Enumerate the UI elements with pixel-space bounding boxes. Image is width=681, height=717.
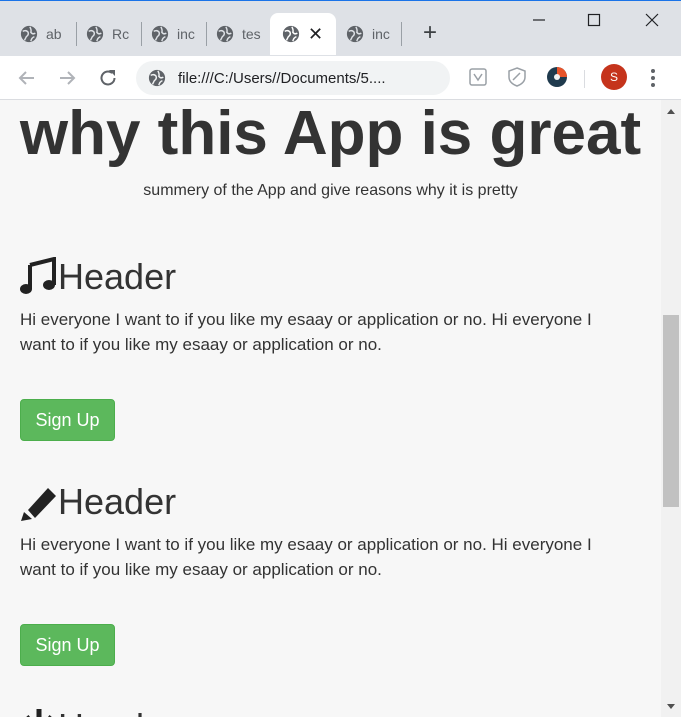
feature-heading: Header: [20, 253, 640, 297]
close-window-button[interactable]: [623, 1, 681, 37]
tab-title: ab: [46, 26, 62, 42]
feature-title: Header: [58, 707, 176, 717]
music-extension-icon[interactable]: [545, 65, 569, 89]
page-subtitle: summery of the App and give reasons why …: [143, 182, 518, 199]
globe-icon: [86, 25, 104, 43]
tab-active[interactable]: ✕: [270, 13, 336, 55]
tab-4[interactable]: tes: [204, 13, 269, 55]
globe-icon: [20, 25, 38, 43]
tab-2[interactable]: Rc: [74, 13, 139, 55]
feature-section: Header Hi everyone I want to if you like…: [20, 253, 640, 357]
more-menu-icon[interactable]: [645, 66, 661, 90]
power-icon: [26, 709, 52, 717]
music-note-icon: [20, 257, 56, 294]
globe-icon: [151, 25, 169, 43]
reload-icon[interactable]: [96, 66, 120, 90]
profile-avatar[interactable]: S: [601, 64, 627, 90]
tab-title: Rc: [112, 26, 130, 42]
page-title: why this App is great: [19, 100, 642, 168]
maximize-button[interactable]: [565, 1, 623, 37]
minimize-icon: [533, 19, 545, 21]
close-tab-icon[interactable]: ✕: [308, 25, 323, 43]
minimize-button[interactable]: [510, 1, 568, 37]
feature-heading: Header: [20, 703, 640, 717]
tab-3[interactable]: inc: [139, 13, 204, 55]
vertical-scrollbar[interactable]: [661, 100, 681, 717]
feature-title: Header: [58, 256, 177, 297]
feature-section: Header: [20, 703, 640, 717]
tab-title: inc: [372, 26, 390, 42]
scroll-down-arrow-icon[interactable]: [666, 703, 676, 711]
sign-up-button[interactable]: Sign Up: [20, 399, 115, 441]
tab-strip: ab Rc inc tes ✕ inc +: [0, 0, 681, 56]
pencil-icon: [21, 488, 56, 521]
scrollbar-thumb[interactable]: [663, 315, 679, 507]
shield-extension-icon[interactable]: [505, 65, 529, 89]
tab-6[interactable]: inc: [334, 13, 399, 55]
back-arrow-icon[interactable]: [15, 66, 39, 90]
scroll-up-arrow-icon[interactable]: [666, 107, 676, 115]
maximize-icon: [587, 13, 601, 27]
globe-icon: [346, 25, 364, 43]
tab-1[interactable]: ab: [8, 13, 73, 55]
tab-title: inc: [177, 26, 195, 42]
globe-icon: [216, 25, 234, 43]
sign-up-button[interactable]: Sign Up: [20, 624, 115, 666]
close-icon: [645, 13, 659, 27]
url-text: file:///C:/Users//Documents/5....: [178, 70, 386, 87]
forward-arrow-icon[interactable]: [55, 66, 79, 90]
feature-title: Header: [58, 481, 177, 522]
feature-heading: Header: [20, 478, 640, 522]
new-tab-button[interactable]: +: [418, 21, 442, 45]
page-viewport: why this App is great summery of the App…: [0, 100, 661, 717]
globe-icon: [148, 69, 166, 87]
feature-section: Header Hi everyone I want to if you like…: [20, 478, 640, 582]
tab-title: tes: [242, 26, 261, 42]
address-bar[interactable]: file:///C:/Users//Documents/5....: [136, 61, 450, 95]
feature-description: Hi everyone I want to if you like my esa…: [20, 535, 592, 579]
extension-icon[interactable]: [466, 65, 490, 89]
tab-separator: [401, 22, 402, 46]
browser-toolbar: file:///C:/Users//Documents/5.... S: [0, 56, 681, 100]
toolbar-divider: [584, 70, 585, 88]
feature-description: Hi everyone I want to if you like my esa…: [20, 310, 592, 354]
globe-icon: [282, 25, 300, 43]
